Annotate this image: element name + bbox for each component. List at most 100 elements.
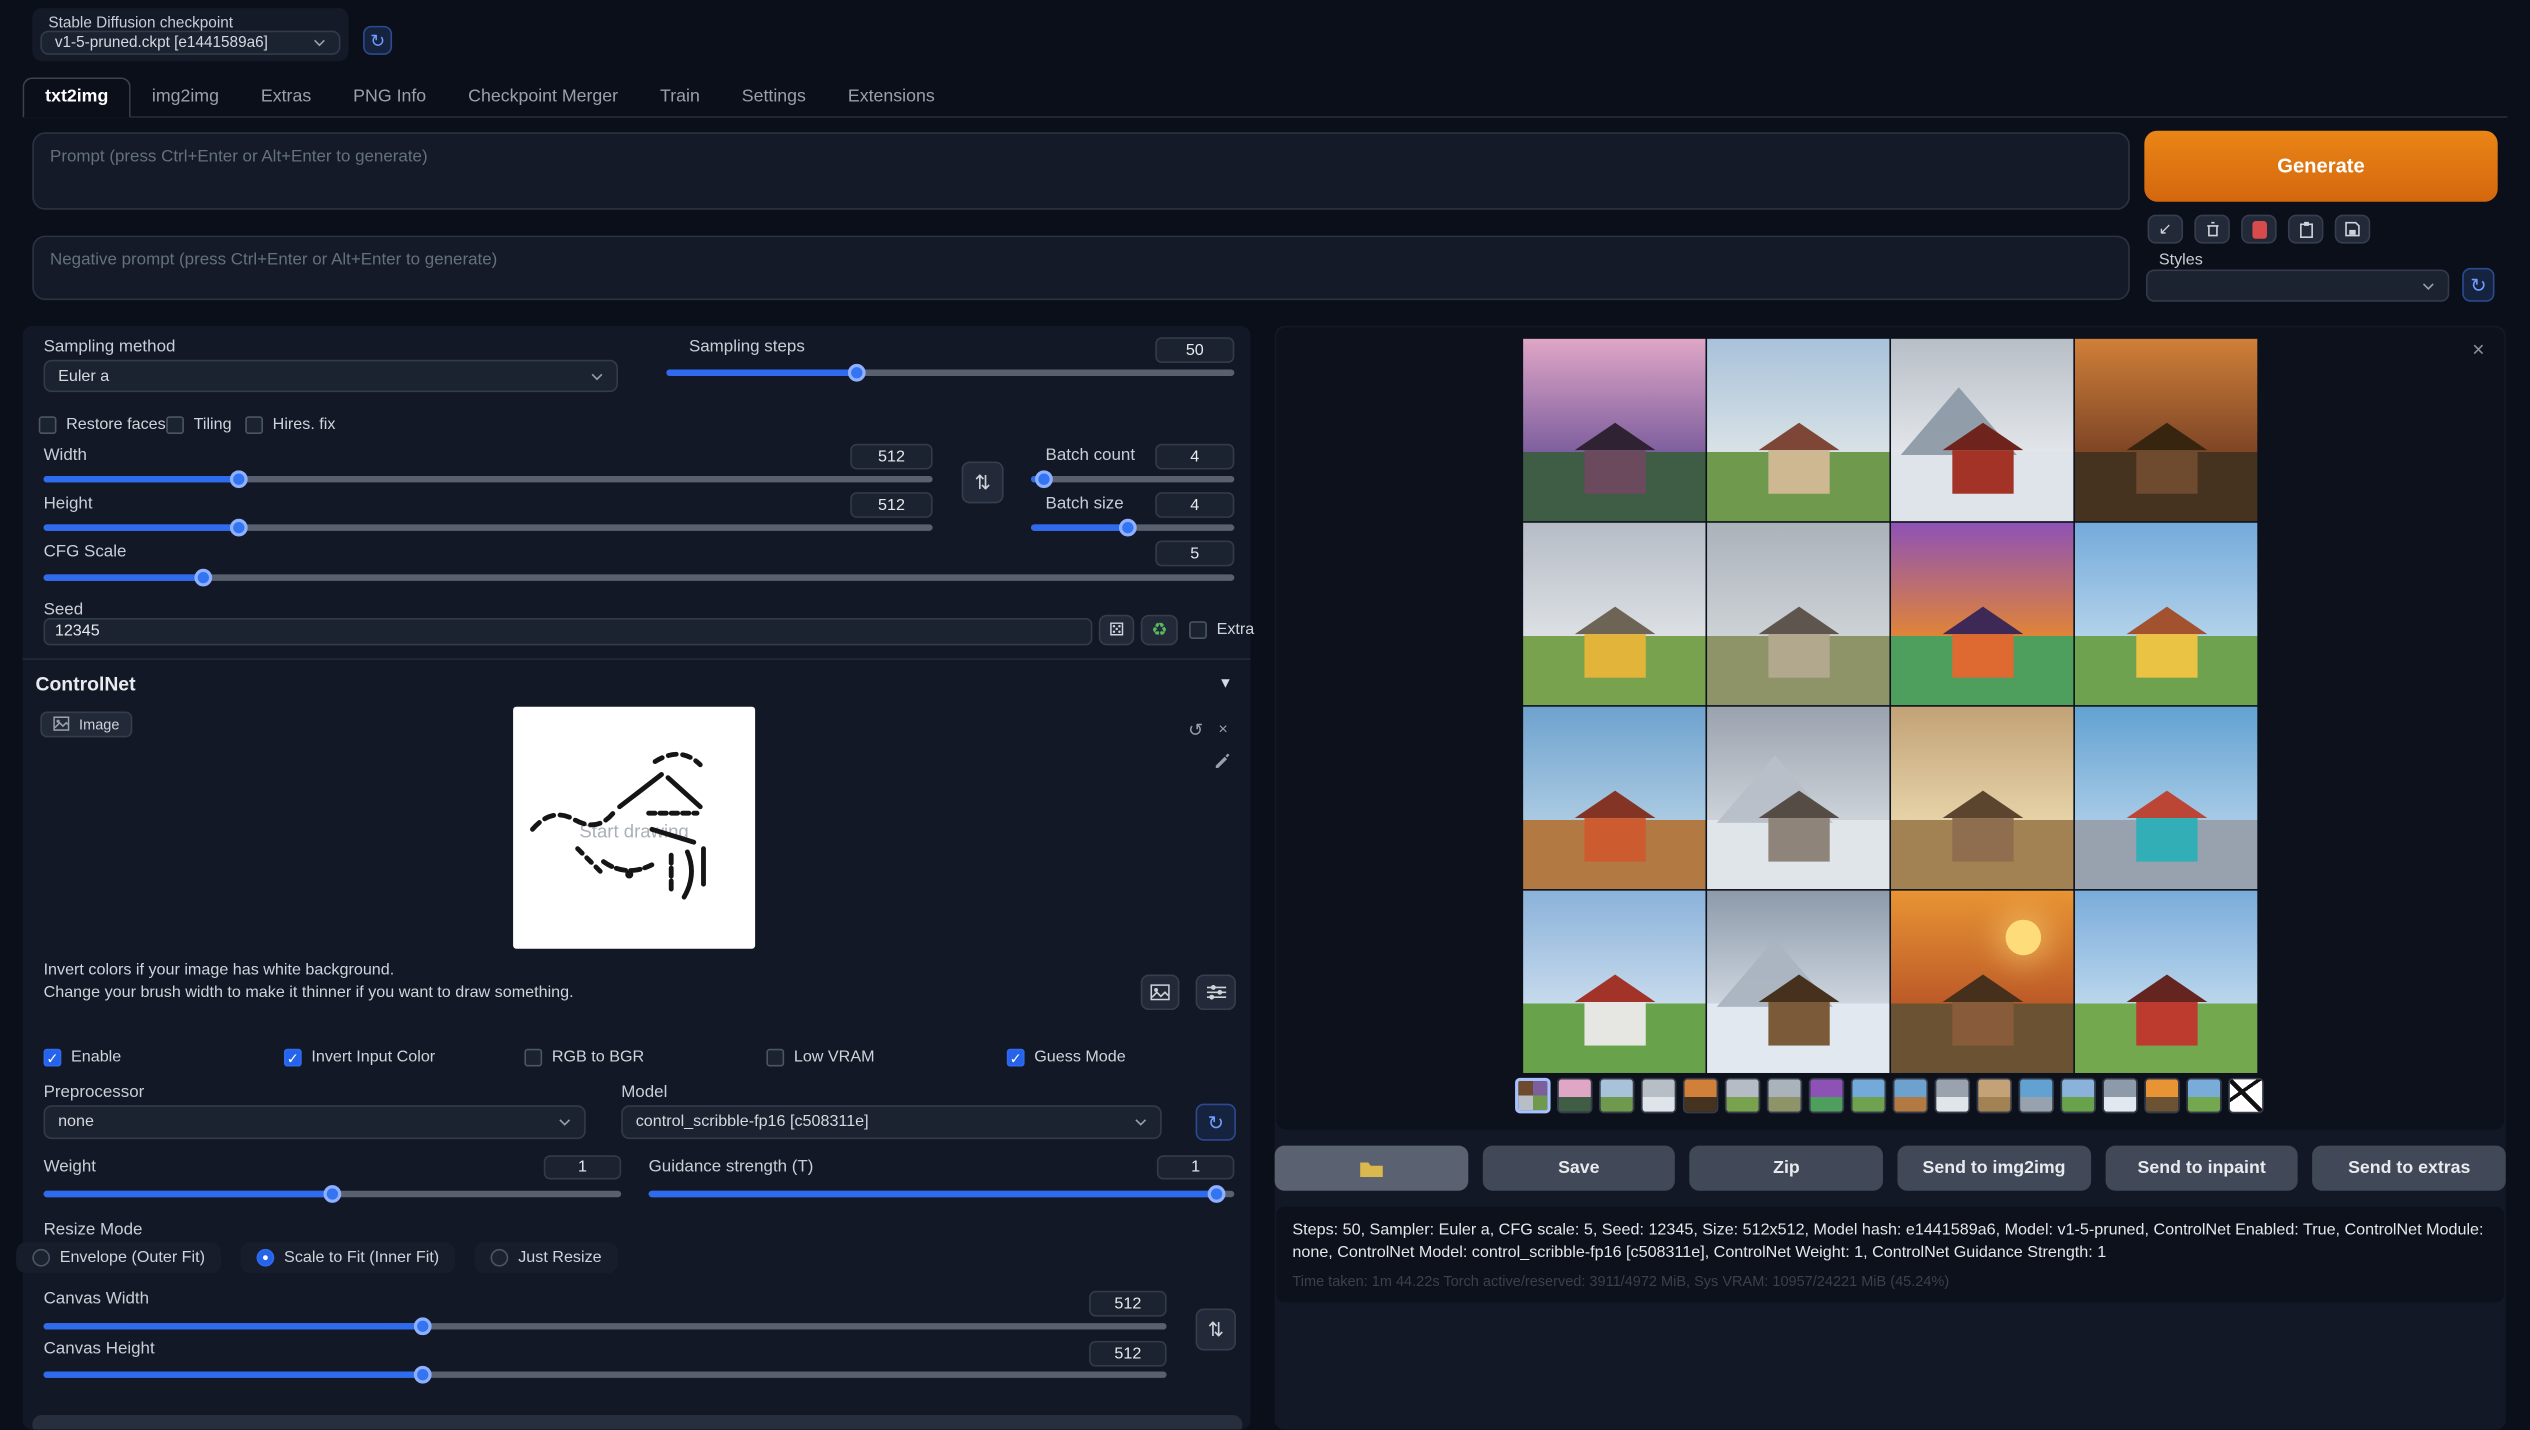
batch-size-value[interactable]: 4 (1155, 492, 1234, 518)
cfg-scale-slider[interactable] (44, 574, 1235, 580)
undo-icon[interactable]: ↺ (1184, 718, 1207, 741)
gallery-image[interactable] (1707, 339, 1889, 521)
save-button[interactable]: Save (1482, 1146, 1675, 1191)
clear-prompt-button[interactable] (2194, 215, 2229, 244)
batch-size-slider[interactable] (1031, 524, 1234, 530)
hires-fix-checkbox[interactable]: Hires. fix (245, 416, 335, 434)
tab-train[interactable]: Train (639, 79, 721, 116)
generate-button[interactable]: Generate (2144, 131, 2497, 202)
styles-refresh-button[interactable]: ↻ (2462, 268, 2494, 302)
controlnet-canvas[interactable]: Start drawing (513, 707, 755, 949)
controlnet-enable-checkbox[interactable]: ✓ Enable (44, 1049, 122, 1067)
thumbnail[interactable] (1935, 1078, 1970, 1113)
random-seed-button[interactable]: ⚄ (1099, 615, 1134, 646)
thumbnail[interactable] (2186, 1078, 2221, 1113)
thumbnail[interactable] (1767, 1078, 1802, 1113)
gallery-image[interactable] (1523, 891, 1705, 1073)
collapsed-section-strip[interactable] (32, 1415, 1242, 1430)
gallery-image[interactable] (1707, 707, 1889, 889)
gallery-image[interactable] (2075, 523, 2257, 705)
height-slider[interactable] (44, 524, 933, 530)
thumbnail[interactable] (2060, 1078, 2095, 1113)
open-folder-button[interactable] (1275, 1146, 1468, 1191)
tab-img2img[interactable]: img2img (131, 79, 240, 116)
preprocessor-select[interactable]: none (44, 1105, 586, 1139)
checkpoint-refresh-button[interactable]: ↻ (363, 26, 392, 55)
gallery-image[interactable] (1891, 339, 2073, 521)
swap-canvas-dims-button[interactable]: ⇅ (1196, 1309, 1236, 1351)
gallery-image[interactable] (1891, 891, 2073, 1073)
thumbnail[interactable] (1893, 1078, 1928, 1113)
swap-width-height-button[interactable]: ⇅ (962, 461, 1004, 503)
paste-params-button[interactable]: ↙ (2148, 215, 2183, 244)
guess-mode-checkbox[interactable]: ✓ Guess Mode (1007, 1049, 1126, 1067)
controlnet-model-refresh-button[interactable]: ↻ (1196, 1104, 1236, 1141)
seed-extra-checkbox[interactable]: Extra (1189, 621, 1254, 639)
batch-count-slider[interactable] (1031, 476, 1234, 482)
brush-settings-button[interactable] (1196, 975, 1236, 1010)
gallery-image[interactable] (1891, 523, 2073, 705)
seed-input[interactable] (44, 618, 1093, 645)
thumbnail[interactable] (1725, 1078, 1760, 1113)
styles-select[interactable] (2146, 269, 2449, 301)
apply-style-button[interactable] (2288, 215, 2323, 244)
tab-settings[interactable]: Settings (721, 79, 827, 116)
negative-prompt-input[interactable] (32, 236, 2130, 301)
reuse-seed-button[interactable]: ♻ (1141, 615, 1178, 646)
width-slider[interactable] (44, 476, 933, 482)
controlnet-model-select[interactable]: control_scribble-fp16 [c508311e] (621, 1105, 1162, 1139)
checkpoint-select[interactable]: v1-5-pruned.ckpt [e1441589a6] (40, 31, 340, 55)
save-style-button[interactable] (2335, 215, 2370, 244)
controlnet-image-tab[interactable]: Image (40, 710, 132, 739)
weight-slider[interactable] (44, 1191, 622, 1197)
resize-envelope-radio[interactable]: Envelope (Outer Fit) (16, 1242, 221, 1273)
canvas-height-slider[interactable] (44, 1371, 1167, 1377)
resize-scale-to-fit-radio[interactable]: Scale to Fit (Inner Fit) (240, 1242, 455, 1273)
thumbnail-grid-selected[interactable] (1515, 1078, 1550, 1113)
brush-icon[interactable] (1210, 747, 1233, 770)
gallery-image[interactable] (1523, 523, 1705, 705)
thumbnail-scribble[interactable] (2228, 1078, 2263, 1113)
sampling-steps-slider[interactable] (666, 369, 1234, 375)
controlnet-accordion-title[interactable]: ControlNet (35, 673, 135, 696)
thumbnail[interactable] (1977, 1078, 2012, 1113)
gallery-image[interactable] (2075, 891, 2257, 1073)
accordion-caret-icon[interactable]: ▼ (1218, 674, 1232, 690)
sampling-method-select[interactable]: Euler a (44, 360, 618, 392)
invert-input-color-checkbox[interactable]: ✓ Invert Input Color (284, 1049, 435, 1067)
guidance-strength-slider[interactable] (649, 1191, 1235, 1197)
gallery-image[interactable] (2075, 339, 2257, 521)
gallery-image[interactable] (1891, 707, 2073, 889)
weight-value[interactable]: 1 (544, 1155, 621, 1179)
thumbnail[interactable] (2102, 1078, 2137, 1113)
tab-png-info[interactable]: PNG Info (332, 79, 447, 116)
extra-networks-button[interactable] (2241, 215, 2276, 244)
guidance-strength-value[interactable]: 1 (1157, 1155, 1234, 1179)
gallery-image[interactable] (1707, 891, 1889, 1073)
thumbnail[interactable] (2018, 1078, 2053, 1113)
gallery-image[interactable] (1523, 707, 1705, 889)
thumbnail[interactable] (1599, 1078, 1634, 1113)
send-to-inpaint-button[interactable]: Send to inpaint (2105, 1146, 2298, 1191)
gallery-image[interactable] (1707, 523, 1889, 705)
thumbnail[interactable] (1809, 1078, 1844, 1113)
close-gallery-icon[interactable]: × (2465, 336, 2491, 362)
thumbnail[interactable] (1851, 1078, 1886, 1113)
width-value[interactable]: 512 (850, 444, 932, 470)
thumbnail[interactable] (1683, 1078, 1718, 1113)
tab-extras[interactable]: Extras (240, 79, 332, 116)
send-to-extras-button[interactable]: Send to extras (2313, 1146, 2506, 1191)
tiling-checkbox[interactable]: Tiling (166, 416, 231, 434)
gallery-image[interactable] (2075, 707, 2257, 889)
canvas-width-slider[interactable] (44, 1323, 1167, 1329)
low-vram-checkbox[interactable]: Low VRAM (766, 1049, 874, 1067)
cfg-scale-value[interactable]: 5 (1155, 541, 1234, 567)
zip-button[interactable]: Zip (1690, 1146, 1883, 1191)
height-value[interactable]: 512 (850, 492, 932, 518)
tab-extensions[interactable]: Extensions (827, 79, 956, 116)
thumbnail[interactable] (2144, 1078, 2179, 1113)
tab-txt2img[interactable]: txt2img (23, 77, 131, 117)
thumbnail[interactable] (1641, 1078, 1676, 1113)
gallery-image[interactable] (1523, 339, 1705, 521)
batch-count-value[interactable]: 4 (1155, 444, 1234, 470)
